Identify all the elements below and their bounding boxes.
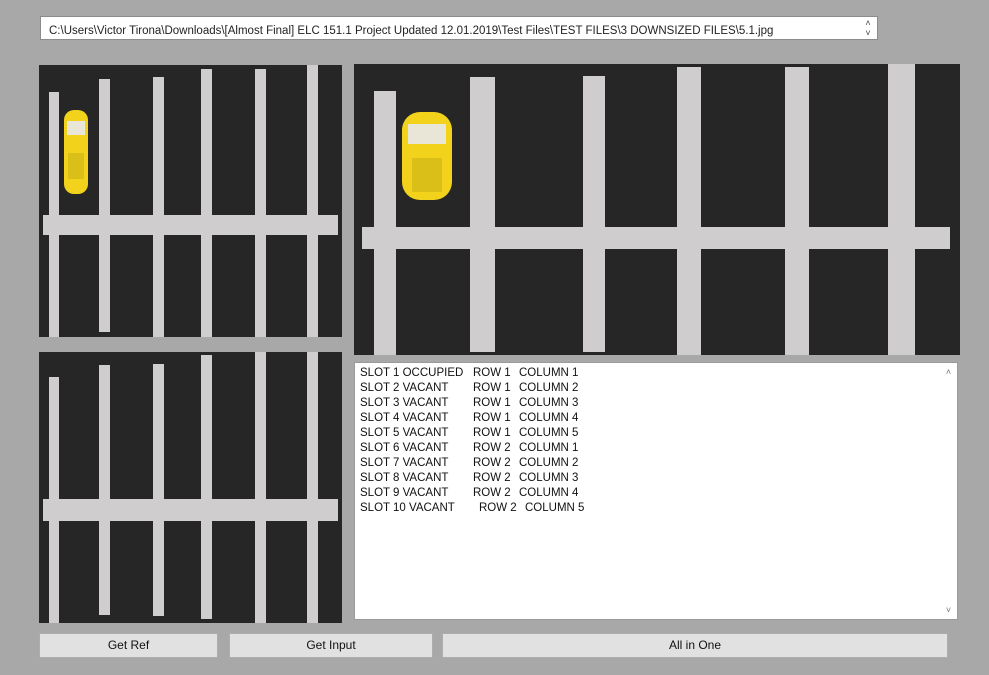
slot-status: SLOT 7 VACANT (360, 457, 449, 469)
slot-status: SLOT 3 VACANT (360, 397, 449, 409)
slot-row: ROW 2 (473, 442, 511, 454)
slot-row: ROW 2 (473, 487, 511, 499)
slot-row: ROW 1 (473, 382, 511, 394)
file-path-field[interactable]: C:\Users\Victor Tirona\Downloads\[Almost… (40, 16, 878, 40)
slot-status: SLOT 8 VACANT (360, 472, 449, 484)
list-item[interactable]: SLOT 5 VACANT ROW 1 COLUMN 5 (360, 426, 760, 441)
list-item[interactable]: SLOT 6 VACANT ROW 2 COLUMN 1 (360, 441, 760, 456)
results-scrollbar[interactable]: ˄ ˅ (940, 363, 957, 619)
input-image (39, 65, 342, 337)
file-path-spinner[interactable]: ˄ ˅ (861, 18, 875, 38)
slot-row: ROW 1 (473, 397, 511, 409)
chevron-up-icon[interactable]: ˄ (861, 18, 875, 28)
slot-status: SLOT 10 VACANT (360, 502, 455, 514)
slot-row: ROW 2 (473, 457, 511, 469)
slot-status: SLOT 1 OCCUPIED (360, 367, 464, 379)
slot-status: SLOT 6 VACANT (360, 442, 449, 454)
slot-row: ROW 2 (479, 502, 517, 514)
reference-image (39, 352, 342, 623)
slot-column: COLUMN 1 (519, 367, 579, 379)
chevron-down-icon[interactable]: ˅ (861, 28, 875, 38)
slot-column: COLUMN 1 (519, 442, 579, 454)
input-image-large-panel (354, 64, 960, 355)
list-item[interactable]: SLOT 3 VACANT ROW 1 COLUMN 3 (360, 396, 760, 411)
all-in-one-button[interactable]: All in One (442, 633, 948, 658)
list-item[interactable]: SLOT 10 VACANT ROW 2 COLUMN 5 (360, 501, 760, 516)
slot-column: COLUMN 5 (519, 427, 579, 439)
slot-column: COLUMN 5 (525, 502, 585, 514)
scroll-up-icon[interactable]: ˄ (940, 365, 957, 379)
input-image-panel (39, 65, 342, 337)
list-item[interactable]: SLOT 4 VACANT ROW 1 COLUMN 4 (360, 411, 760, 426)
get-ref-button[interactable]: Get Ref (39, 633, 218, 658)
slot-status: SLOT 4 VACANT (360, 412, 449, 424)
slot-column: COLUMN 3 (519, 472, 579, 484)
scroll-down-icon[interactable]: ˅ (940, 603, 957, 617)
file-path-text: C:\Users\Victor Tirona\Downloads\[Almost… (49, 25, 774, 37)
results-listbox[interactable]: SLOT 1 OCCUPIED ROW 1 COLUMN 1 SLOT 2 VA… (354, 362, 958, 620)
list-item[interactable]: SLOT 2 VACANT ROW 1 COLUMN 2 (360, 381, 760, 396)
slot-row: ROW 1 (473, 427, 511, 439)
input-image-large (354, 64, 960, 355)
list-item[interactable]: SLOT 8 VACANT ROW 2 COLUMN 3 (360, 471, 760, 486)
get-input-button[interactable]: Get Input (229, 633, 433, 658)
list-item[interactable]: SLOT 1 OCCUPIED ROW 1 COLUMN 1 (360, 366, 760, 381)
slot-column: COLUMN 3 (519, 397, 579, 409)
results-list: SLOT 1 OCCUPIED ROW 1 COLUMN 1 SLOT 2 VA… (360, 366, 760, 516)
list-item[interactable]: SLOT 7 VACANT ROW 2 COLUMN 2 (360, 456, 760, 471)
slot-column: COLUMN 4 (519, 412, 579, 424)
list-item[interactable]: SLOT 9 VACANT ROW 2 COLUMN 4 (360, 486, 760, 501)
slot-column: COLUMN 4 (519, 487, 579, 499)
slot-column: COLUMN 2 (519, 457, 579, 469)
slot-status: SLOT 2 VACANT (360, 382, 449, 394)
slot-status: SLOT 5 VACANT (360, 427, 449, 439)
slot-row: ROW 2 (473, 472, 511, 484)
slot-row: ROW 1 (473, 412, 511, 424)
reference-image-panel (39, 352, 342, 623)
slot-status: SLOT 9 VACANT (360, 487, 449, 499)
slot-row: ROW 1 (473, 367, 511, 379)
slot-column: COLUMN 2 (519, 382, 579, 394)
